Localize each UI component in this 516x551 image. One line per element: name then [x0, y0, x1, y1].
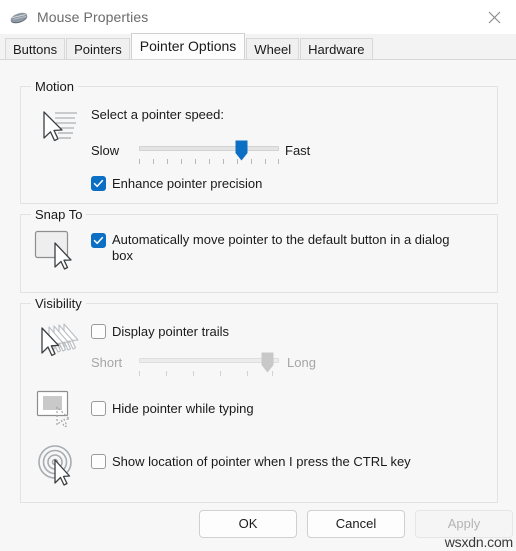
- pointer-options-page: Motion Select a pointer speed: Slow Fast: [0, 59, 516, 551]
- pointer-trails-ticks: [139, 371, 279, 377]
- auto-move-pointer-checkbox[interactable]: [91, 233, 106, 248]
- tab-strip: Buttons Pointers Pointer Options Wheel H…: [0, 33, 516, 60]
- tab-wheel[interactable]: Wheel: [246, 38, 300, 60]
- pointer-speed-slider[interactable]: [139, 140, 279, 161]
- snap-to-button-icon: [33, 229, 81, 276]
- pointer-speed-icon: [35, 107, 81, 150]
- window-title: Mouse Properties: [37, 9, 149, 25]
- dialog-footer: OK Cancel Apply: [0, 498, 516, 551]
- close-button[interactable]: [472, 0, 516, 34]
- enhance-precision-label[interactable]: Enhance pointer precision: [112, 176, 262, 192]
- pointer-speed-thumb[interactable]: [235, 140, 248, 161]
- visibility-legend: Visibility: [31, 296, 86, 311]
- close-icon: [488, 11, 501, 24]
- visibility-group: Visibility Display pointer trails Short …: [20, 296, 498, 503]
- tab-label: Hardware: [308, 42, 365, 57]
- pointer-trails-thumb[interactable]: [261, 352, 274, 373]
- tab-label: Wheel: [254, 42, 292, 57]
- display-trails-checkbox[interactable]: [91, 324, 106, 339]
- auto-move-pointer-label[interactable]: Automatically move pointer to the defaul…: [112, 232, 464, 264]
- slow-label: Slow: [91, 143, 120, 158]
- tab-pointer-options[interactable]: Pointer Options: [130, 33, 246, 59]
- tab-pointers[interactable]: Pointers: [66, 38, 130, 60]
- tab-label: Pointers: [74, 42, 122, 57]
- fast-label: Fast: [285, 143, 311, 158]
- pointer-trails-icon: [33, 320, 83, 367]
- watermark: wsxdn.com: [444, 534, 513, 550]
- display-trails-label[interactable]: Display pointer trails: [112, 324, 229, 340]
- enhance-precision-checkbox[interactable]: [91, 176, 106, 191]
- ok-button[interactable]: OK: [199, 510, 297, 538]
- hide-while-typing-icon: [35, 389, 83, 434]
- show-location-label[interactable]: Show location of pointer when I press th…: [112, 454, 411, 470]
- tab-label: Pointer Options: [139, 38, 237, 54]
- tab-hardware[interactable]: Hardware: [300, 38, 373, 60]
- motion-legend: Motion: [31, 79, 79, 94]
- motion-group: Motion Select a pointer speed: Slow Fast: [20, 79, 498, 204]
- pointer-trails-slider[interactable]: [139, 352, 279, 373]
- titlebar: Mouse Properties: [0, 0, 516, 34]
- show-location-checkbox[interactable]: [91, 454, 106, 469]
- trails-short-label: Short: [91, 355, 123, 370]
- cancel-button[interactable]: Cancel: [307, 510, 405, 538]
- snap-to-group: Snap To Automatically move pointer to th…: [20, 207, 498, 293]
- hide-while-typing-label[interactable]: Hide pointer while typing: [112, 401, 254, 417]
- mouse-icon: [9, 7, 29, 27]
- tab-label: Buttons: [13, 42, 58, 57]
- hide-while-typing-checkbox[interactable]: [91, 401, 106, 416]
- trails-long-label: Long: [287, 355, 316, 370]
- pointer-speed-prompt: Select a pointer speed:: [91, 107, 224, 122]
- pointer-speed-ticks: [139, 159, 279, 165]
- snap-to-legend: Snap To: [31, 207, 87, 222]
- tab-buttons[interactable]: Buttons: [5, 38, 66, 60]
- locate-pointer-icon: [35, 443, 83, 490]
